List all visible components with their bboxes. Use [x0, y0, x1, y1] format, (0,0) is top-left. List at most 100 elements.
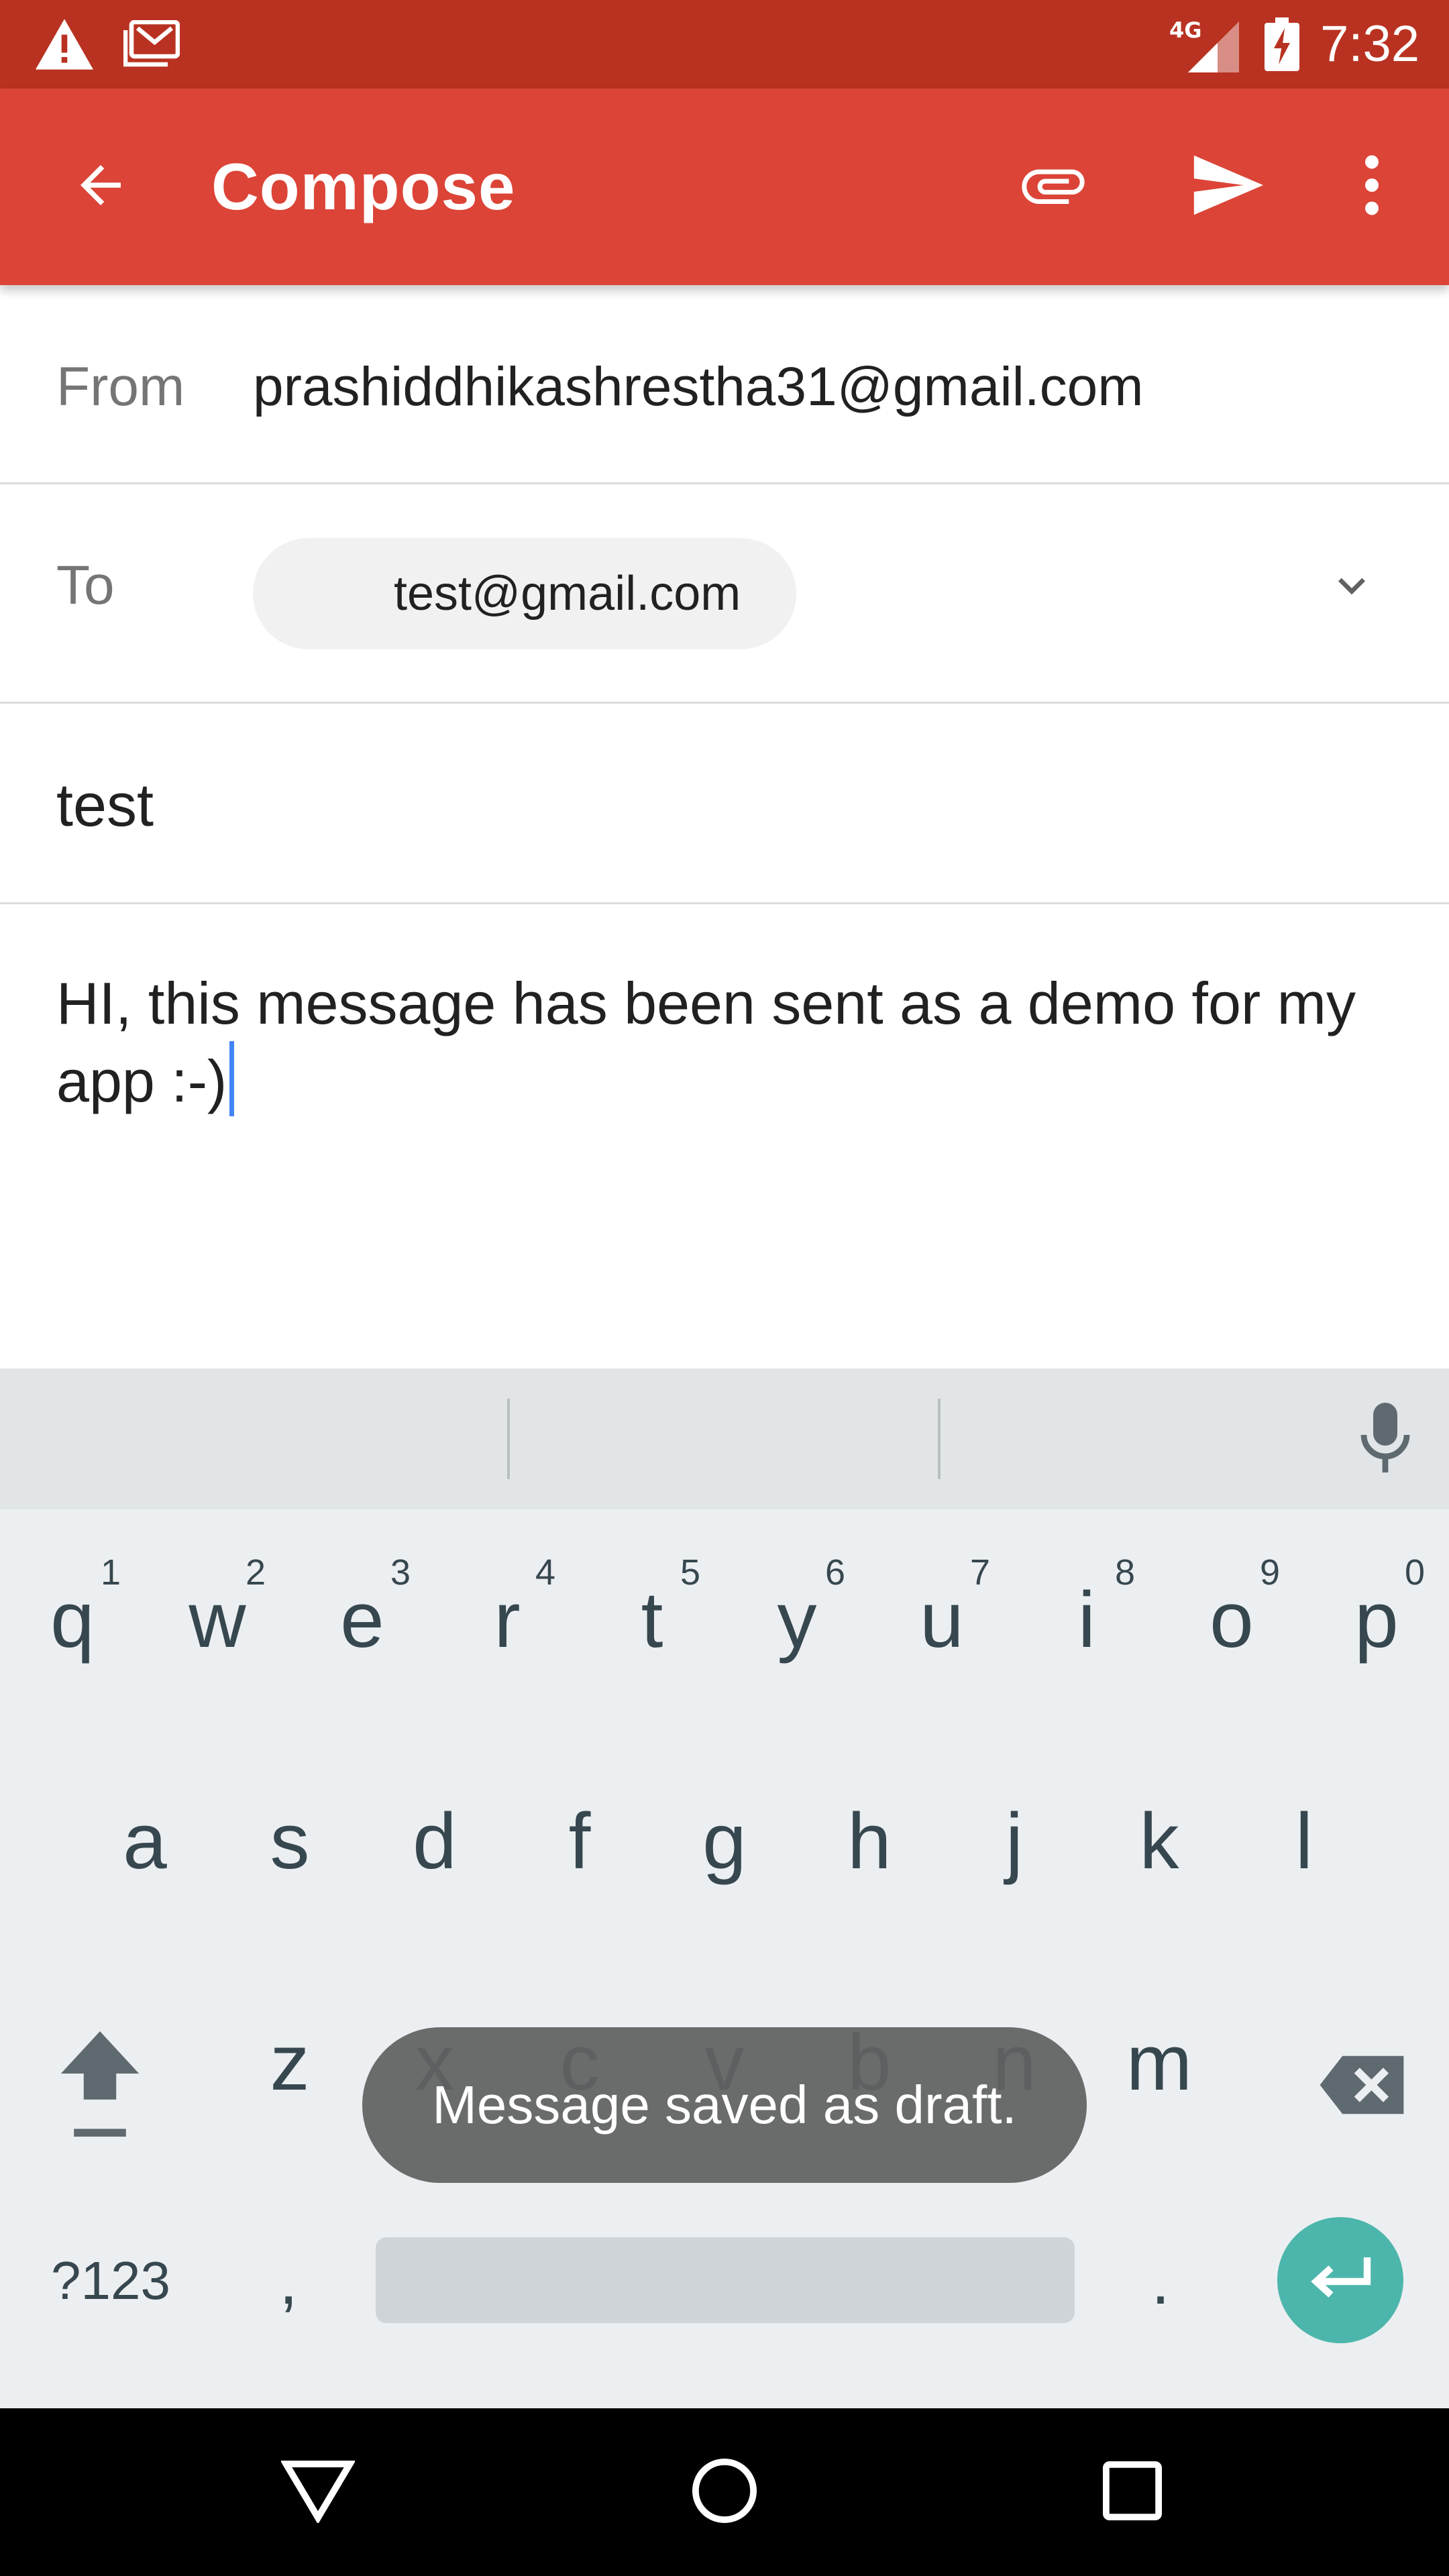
- keyboard-key[interactable]: t5: [580, 1546, 724, 1694]
- to-label: To: [56, 555, 115, 616]
- message-body-field[interactable]: HI, this message has been sent as a demo…: [56, 966, 1391, 1119]
- text-cursor: [229, 1041, 235, 1116]
- recents-square-icon: [1103, 2461, 1162, 2524]
- key-label: u: [920, 1576, 964, 1664]
- keyboard-key[interactable]: z: [217, 1989, 362, 2137]
- status-time: 7:32: [1320, 15, 1419, 72]
- from-label: From: [56, 356, 185, 417]
- key-hint: 5: [680, 1552, 700, 1593]
- key-hint: 4: [535, 1552, 555, 1593]
- key-hint: 1: [100, 1552, 121, 1593]
- space-bar[interactable]: [376, 2237, 1075, 2323]
- send-button[interactable]: [1170, 89, 1284, 285]
- suggestion-divider: [938, 1399, 941, 1479]
- key-label: z: [270, 2019, 310, 2107]
- suggestion-divider: [507, 1399, 510, 1479]
- key-hint: 9: [1259, 1552, 1280, 1593]
- keyboard-key[interactable]: w2: [145, 1546, 290, 1694]
- keyboard-key[interactable]: y6: [724, 1546, 869, 1694]
- toast-message: Message saved as draft.: [362, 2027, 1087, 2183]
- battery-charging-icon: [1258, 0, 1305, 89]
- keyboard-key[interactable]: s: [217, 1768, 362, 1915]
- attach-button[interactable]: [1000, 89, 1107, 285]
- keyboard-key[interactable]: j: [942, 1768, 1087, 1915]
- symbols-key[interactable]: ?123: [27, 2207, 195, 2355]
- key-label: h: [847, 1797, 892, 1886]
- subject-field[interactable]: test: [56, 771, 154, 841]
- key-label: q: [50, 1576, 95, 1664]
- shift-icon: [58, 2028, 142, 2145]
- key-hint: 7: [969, 1552, 990, 1593]
- more-vert-icon: [1362, 154, 1382, 219]
- keyboard-key[interactable]: i8: [1014, 1546, 1159, 1694]
- key-label: p: [1354, 1576, 1399, 1664]
- keyboard-key[interactable]: q1: [0, 1546, 145, 1694]
- key-label: g: [702, 1797, 747, 1886]
- keyboard-key[interactable]: k: [1087, 1768, 1232, 1915]
- key-label: w: [189, 1576, 246, 1664]
- home-circle-icon: [692, 2458, 757, 2527]
- warning-icon: [32, 0, 97, 89]
- keyboard-key[interactable]: d: [362, 1768, 507, 1915]
- back-triangle-icon: [280, 2459, 356, 2526]
- keyboard-key[interactable]: m: [1087, 1989, 1232, 2137]
- key-label: l: [1295, 1797, 1313, 1886]
- key-label: y: [777, 1576, 817, 1664]
- divider: [0, 702, 1449, 704]
- page-title: Compose: [211, 150, 516, 223]
- keyboard-key[interactable]: u7: [869, 1546, 1014, 1694]
- keyboard-key[interactable]: p0: [1304, 1546, 1449, 1694]
- key-label: r: [494, 1576, 521, 1664]
- shift-key[interactable]: [43, 2012, 157, 2160]
- chevron-down-icon: [1325, 559, 1379, 616]
- keyboard-key[interactable]: f: [507, 1768, 652, 1915]
- key-hint: 0: [1404, 1552, 1425, 1593]
- signal-icon: 4G: [1167, 0, 1241, 89]
- microphone-icon: [1353, 1400, 1417, 1479]
- key-label: s: [270, 1797, 310, 1886]
- key-label: m: [1126, 2019, 1193, 2107]
- recipient-chip-label: test@gmail.com: [394, 567, 741, 621]
- nav-home-button[interactable]: [644, 2408, 805, 2576]
- key-hint: 3: [390, 1552, 411, 1593]
- network-type-label: 4G: [1169, 17, 1202, 43]
- backspace-icon: [1316, 2053, 1407, 2121]
- key-label: d: [413, 1797, 457, 1886]
- from-field[interactable]: prashiddhikashrestha31@gmail.com: [253, 356, 1144, 419]
- comma-key[interactable]: ,: [221, 2207, 356, 2355]
- key-hint: 6: [824, 1552, 845, 1593]
- enter-key[interactable]: [1277, 2217, 1403, 2343]
- keyboard-key[interactable]: e3: [290, 1546, 435, 1694]
- key-label: j: [1005, 1797, 1024, 1886]
- message-body-text: HI, this message has been sent as a demo…: [56, 970, 1356, 1114]
- back-button[interactable]: [47, 89, 154, 285]
- toast-text: Message saved as draft.: [432, 2075, 1017, 2135]
- recipient-chip[interactable]: test@gmail.com: [253, 538, 796, 649]
- gmail-notification-icon: [119, 0, 184, 89]
- nav-back-button[interactable]: [237, 2408, 398, 2576]
- expand-recipients-button[interactable]: [1315, 550, 1389, 624]
- divider: [0, 482, 1449, 484]
- key-label: f: [568, 1797, 591, 1886]
- key-hint: 2: [245, 1552, 266, 1593]
- period-key[interactable]: .: [1093, 2207, 1228, 2355]
- key-label: i: [1077, 1576, 1096, 1664]
- keyboard-key[interactable]: h: [797, 1768, 942, 1915]
- back-arrow-icon: [70, 155, 131, 219]
- keyboard-key[interactable]: r4: [435, 1546, 580, 1694]
- keyboard-key[interactable]: g: [652, 1768, 797, 1915]
- key-hint: 8: [1114, 1552, 1135, 1593]
- app-bar: Compose: [0, 89, 1449, 285]
- key-label: t: [641, 1576, 663, 1664]
- attach-icon: [1016, 148, 1091, 226]
- keyboard-key[interactable]: o9: [1159, 1546, 1304, 1694]
- keyboard-key[interactable]: l: [1232, 1768, 1377, 1915]
- enter-icon: [1305, 2252, 1375, 2309]
- more-options-button[interactable]: [1335, 89, 1409, 285]
- nav-recents-button[interactable]: [1052, 2408, 1213, 2576]
- send-icon: [1187, 146, 1267, 228]
- backspace-key[interactable]: [1295, 2012, 1429, 2160]
- voice-input-button[interactable]: [1335, 1395, 1436, 1483]
- key-label: a: [123, 1797, 167, 1886]
- keyboard-key[interactable]: a: [72, 1768, 217, 1915]
